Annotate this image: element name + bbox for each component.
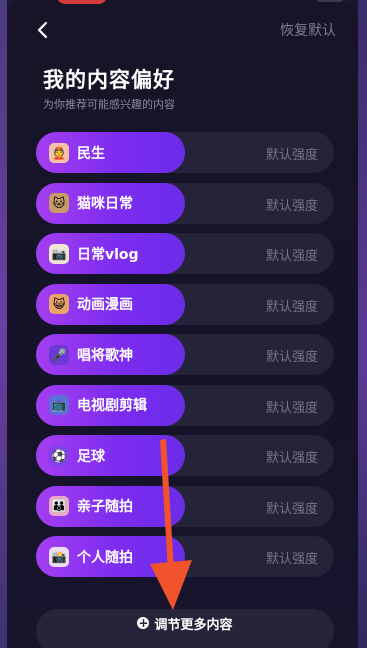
preference-label: 动画漫画 (77, 297, 133, 313)
camera-icon: 📸 (49, 546, 69, 567)
preference-strength[interactable]: 默认强度 (266, 346, 318, 365)
preference-label: 民生 (77, 145, 105, 162)
preference-row[interactable]: 👲 民生 默认强度 (36, 132, 334, 173)
plus-icon: + (137, 616, 150, 630)
device-frame-right (358, 0, 367, 648)
family-icon: 👪 (49, 496, 69, 516)
preference-row[interactable]: 📷 日常vlog 默认强度 (36, 233, 334, 274)
preference-label: 唱将歌神 (77, 347, 133, 364)
preference-label: 电视剧剪辑 (77, 398, 147, 414)
preference-label: 足球 (77, 448, 105, 465)
preference-pill[interactable]: 📺 电视剧剪辑 (36, 384, 185, 426)
preference-row[interactable]: 😺 动画漫画 默认强度 (36, 283, 334, 325)
preference-pill[interactable]: 📷 日常vlog (36, 233, 185, 274)
device-frame-left (0, 0, 7, 648)
preference-label: 亲子随拍 (77, 499, 133, 515)
anime-icon: 😺 (49, 294, 69, 314)
music-icon: 🎤 (49, 344, 69, 365)
page-title: 我的内容偏好 (43, 68, 175, 92)
preference-pill[interactable]: 😺 动画漫画 (36, 283, 185, 325)
preference-pill[interactable]: 🐱 猫咪日常 (36, 182, 185, 224)
preference-label: 日常vlog (77, 246, 139, 263)
preference-strength[interactable]: 默认强度 (266, 447, 318, 466)
page-subtitle: 为你推荐可能感兴趣的内容 (43, 98, 175, 111)
soccer-ball-icon: ⚽ (49, 445, 69, 466)
annotation-arrow-icon (150, 439, 192, 610)
preference-pill[interactable]: 🎤 唱将歌神 (36, 334, 185, 375)
preference-strength[interactable]: 默认强度 (266, 397, 318, 416)
back-button[interactable] (31, 18, 53, 42)
preference-row[interactable]: 🐱 猫咪日常 默认强度 (36, 182, 334, 224)
preference-pill[interactable]: 👲 民生 (36, 132, 185, 173)
reset-default-button[interactable]: 恢复默认 (280, 20, 336, 40)
adjust-more-content-button[interactable]: + 调节更多内容 (36, 609, 334, 648)
preference-strength[interactable]: 默认强度 (266, 144, 318, 163)
people-icon: 👲 (49, 142, 69, 163)
vlog-icon: 📷 (49, 243, 69, 264)
preference-strength[interactable]: 默认强度 (266, 245, 318, 264)
preference-row[interactable]: 🎤 唱将歌神 默认强度 (36, 334, 334, 375)
preference-strength[interactable]: 默认强度 (266, 548, 318, 567)
preference-strength[interactable]: 默认强度 (266, 296, 318, 315)
preference-label: 个人随拍 (77, 549, 133, 566)
tv-icon: 📺 (49, 395, 69, 415)
preference-strength[interactable]: 默认强度 (266, 498, 318, 517)
status-indicator (57, 0, 107, 4)
preference-strength[interactable]: 默认强度 (266, 195, 318, 214)
chevron-left-icon (37, 21, 48, 39)
preference-row[interactable]: 📺 电视剧剪辑 默认强度 (36, 384, 334, 426)
adjust-more-label: 调节更多内容 (154, 617, 233, 633)
status-icons (316, 0, 344, 2)
preference-label: 猫咪日常 (77, 196, 133, 212)
cat-icon: 🐱 (49, 193, 69, 213)
